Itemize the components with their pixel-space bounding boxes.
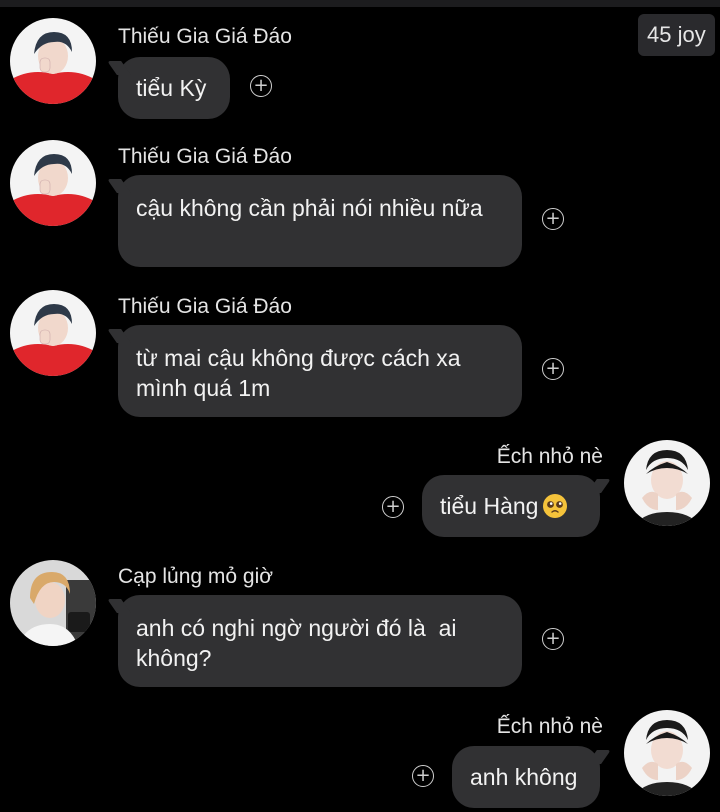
message-bubble[interactable]: anh không: [452, 746, 611, 808]
message-text: tiểu Hàng: [440, 493, 539, 519]
avatar-red-jacket[interactable]: [10, 290, 96, 376]
plus-circle-icon[interactable]: +: [542, 358, 564, 380]
plus-circle-icon[interactable]: +: [542, 628, 564, 650]
message-text: anh không: [470, 764, 578, 790]
plus-circle-icon[interactable]: +: [250, 75, 272, 97]
avatar-hands-on-face[interactable]: [624, 710, 710, 796]
plus-circle-icon[interactable]: +: [412, 765, 434, 787]
message-bubble[interactable]: tiểu Hàng: [422, 475, 611, 537]
message-text: tiểu Kỳ: [136, 75, 207, 101]
sender-name: Thiếu Gia Giá Đáo: [118, 145, 292, 168]
sender-name: Cạp lủng mỏ giờ: [118, 565, 274, 588]
sender-name: Thiếu Gia Giá Đáo: [118, 25, 292, 48]
chat-screen: 45 joy Thiếu Gia Giá Đáo tiểu Kỳ + Thiếu…: [0, 0, 720, 812]
top-bar: [0, 0, 720, 7]
pleading-face-emoji: [543, 494, 568, 518]
avatar-blonde[interactable]: [10, 560, 96, 646]
message-bubble[interactable]: tiểu Kỳ: [107, 57, 230, 119]
avatar-red-jacket[interactable]: [10, 18, 96, 104]
sender-name: Ếch nhỏ nè: [496, 445, 603, 468]
sender-name: Thiếu Gia Giá Đáo: [118, 295, 292, 318]
avatar-red-jacket[interactable]: [10, 140, 96, 226]
plus-circle-icon[interactable]: +: [542, 208, 564, 230]
joy-badge: 45 joy: [638, 14, 715, 56]
plus-circle-icon[interactable]: +: [382, 496, 404, 518]
avatar-hands-on-face[interactable]: [624, 440, 710, 526]
message-text: anh có nghi ngờ người đó là ai không?: [136, 615, 463, 671]
message-bubble[interactable]: anh có nghi ngờ người đó là ai không?: [107, 595, 522, 687]
message-text: từ mai cậu không được cách xa mình quá 1…: [136, 345, 461, 401]
sender-name: Ếch nhỏ nè: [496, 715, 603, 738]
message-text: cậu không cần phải nói nhiều nữa: [136, 195, 483, 221]
message-bubble[interactable]: từ mai cậu không được cách xa mình quá 1…: [107, 325, 522, 417]
message-bubble[interactable]: cậu không cần phải nói nhiều nữa: [107, 175, 522, 267]
